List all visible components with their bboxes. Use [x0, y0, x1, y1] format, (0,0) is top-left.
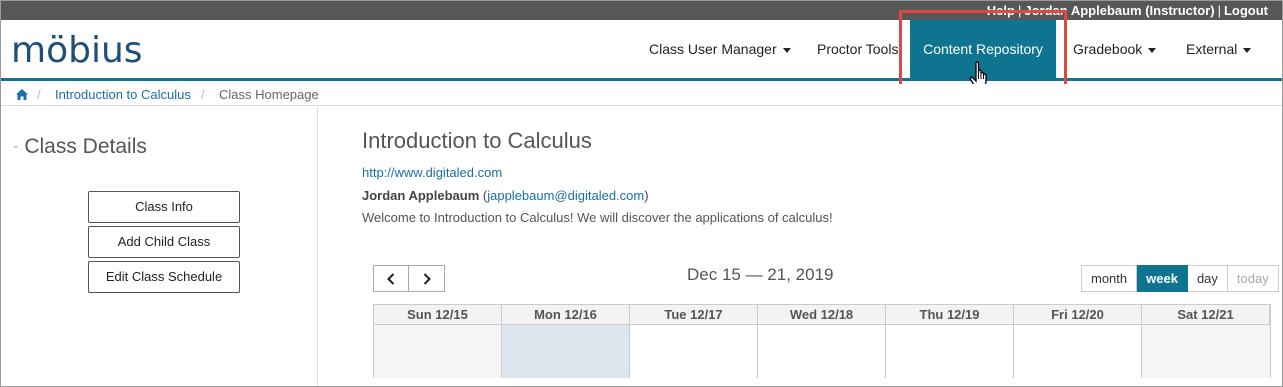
class-url-link[interactable]: http://www.digitaled.com — [362, 165, 502, 180]
help-link[interactable]: Help — [987, 3, 1015, 18]
calendar-nav — [373, 265, 445, 292]
nav-external[interactable]: External — [1186, 20, 1252, 78]
add-child-class-button[interactable]: Add Child Class — [88, 226, 240, 258]
day-cell-today[interactable] — [502, 325, 630, 378]
logout-link[interactable]: Logout — [1224, 3, 1268, 18]
calendar-week-grid: Sun 12/15 Mon 12/16 Tue 12/17 Wed 12/18 … — [373, 304, 1271, 378]
day-header: Wed 12/18 — [758, 305, 886, 325]
class-details-panel: - Class Details Class Info Add Child Clas… — [1, 107, 318, 386]
panel-title[interactable]: - Class Details — [13, 135, 147, 159]
nav-proctor-tools[interactable]: Proctor Tools — [817, 20, 898, 78]
instructor-email-link[interactable]: japplebaum@digitaled.com — [487, 188, 644, 203]
app-window: Help | Jordan Applebaum (Instructor) | Logou… — [0, 0, 1283, 387]
instructor-info: Jordan Applebaum (japplebaum@digitaled.c… — [362, 188, 649, 203]
nav-label: Content Repository — [923, 41, 1043, 57]
view-today-button[interactable]: today — [1227, 265, 1279, 292]
nav-gradebook[interactable]: Gradebook — [1073, 20, 1157, 78]
view-week-button[interactable]: week — [1137, 265, 1188, 292]
day-header: Tue 12/17 — [630, 305, 758, 325]
caret-down-icon — [1243, 47, 1252, 53]
separator: | — [1017, 3, 1022, 18]
day-header: Sat 12/21 — [1142, 305, 1270, 325]
nav-label: Gradebook — [1073, 41, 1143, 57]
nav-label: External — [1186, 41, 1238, 57]
breadcrumb-current: Class Homepage — [219, 87, 319, 102]
separator: | — [1217, 3, 1221, 18]
day-header: Fri 12/20 — [1014, 305, 1142, 325]
calendar-date-range: Dec 15 — 21, 2019 — [687, 265, 834, 284]
user-name: Jordan Applebaum (Instructor) — [1024, 3, 1215, 18]
home-icon[interactable] — [16, 89, 28, 100]
nav-class-user-manager[interactable]: Class User Manager — [649, 20, 791, 78]
account-links: Help | Jordan Applebaum (Instructor) | Logou… — [987, 3, 1268, 18]
day-cell[interactable] — [630, 325, 758, 378]
day-cell[interactable] — [758, 325, 886, 378]
nav-label: Class User Manager — [649, 41, 777, 57]
breadcrumb-separator: / — [201, 87, 205, 102]
next-week-button[interactable] — [409, 265, 445, 292]
caret-down-icon — [1148, 47, 1157, 53]
edit-class-schedule-button[interactable]: Edit Class Schedule — [88, 261, 240, 293]
welcome-message: Welcome to Introduction to Calculus! We … — [362, 210, 833, 225]
header: möbius Class User Manager Proctor Tools … — [1, 20, 1282, 81]
panel-title-text: Class Details — [24, 135, 147, 158]
view-day-button[interactable]: day — [1187, 265, 1228, 292]
breadcrumb: / Introduction to Calculus / Class Homep… — [1, 84, 1282, 106]
day-header: Mon 12/16 — [502, 305, 630, 325]
breadcrumb-class-link[interactable]: Introduction to Calculus — [55, 87, 191, 102]
top-bar: Help | Jordan Applebaum (Instructor) | Logou… — [1, 1, 1282, 20]
instructor-name: Jordan Applebaum — [362, 188, 480, 203]
day-cell[interactable] — [1142, 325, 1270, 378]
prev-week-button[interactable] — [373, 265, 409, 292]
mobius-logo[interactable]: möbius — [11, 30, 143, 71]
chevron-left-icon — [387, 273, 395, 285]
view-month-button[interactable]: month — [1081, 265, 1138, 292]
collapse-icon[interactable]: - — [13, 138, 18, 155]
breadcrumb-separator: / — [37, 87, 41, 102]
class-title: Introduction to Calculus — [362, 128, 592, 153]
day-cell[interactable] — [886, 325, 1014, 378]
caret-down-icon — [782, 47, 791, 53]
chevron-right-icon — [423, 273, 431, 285]
day-cell[interactable] — [1014, 325, 1142, 378]
class-info-button[interactable]: Class Info — [88, 191, 240, 223]
nav-label: Proctor Tools — [817, 41, 899, 57]
calendar-view-switch: month week day today — [1081, 265, 1279, 292]
day-header: Thu 12/19 — [886, 305, 1014, 325]
day-header: Sun 12/15 — [374, 305, 502, 325]
day-cell[interactable] — [374, 325, 502, 378]
